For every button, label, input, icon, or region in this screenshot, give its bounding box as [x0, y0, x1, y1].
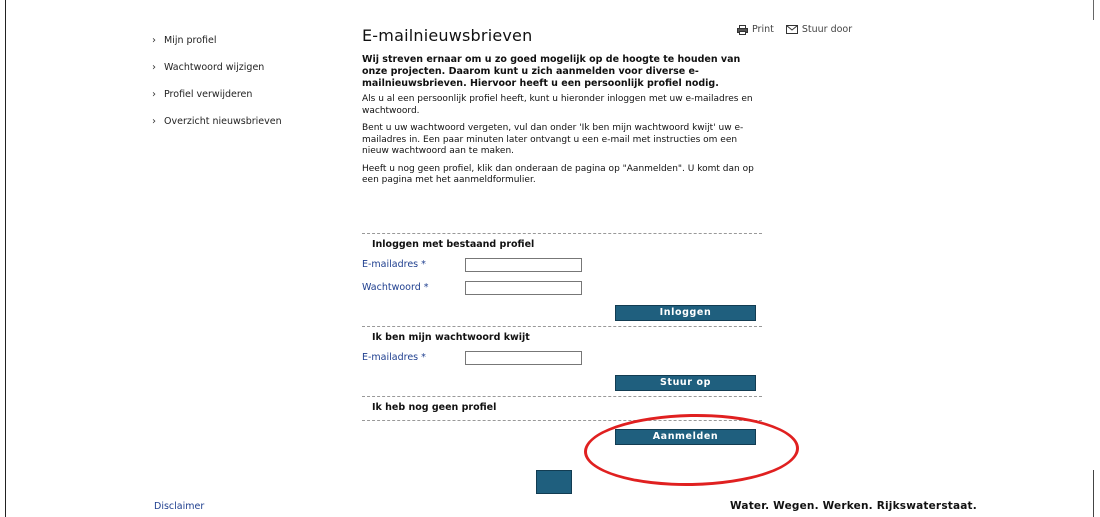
login-email-field[interactable] — [465, 257, 582, 272]
login-button[interactable]: Inloggen — [615, 305, 756, 321]
intro-paragraph: Heeft u nog geen profiel, klik dan onder… — [362, 163, 754, 186]
nav-item-overzicht-nieuwsbrieven[interactable]: › Overzicht nieuwsbrieven — [152, 114, 342, 128]
side-navigation: › Mijn profiel › Wachtwoord wijzigen › P… — [152, 33, 342, 141]
chevron-right-icon: › — [152, 61, 156, 73]
nav-item-label: Mijn profiel — [164, 34, 217, 46]
page-edge-right-bottom — [1093, 470, 1094, 517]
nav-item-mijn-profiel[interactable]: › Mijn profiel — [152, 33, 342, 47]
disclaimer-link[interactable]: Disclaimer — [154, 501, 204, 512]
nav-item-wachtwoord-wijzigen[interactable]: › Wachtwoord wijzigen — [152, 60, 342, 74]
print-link[interactable]: Print — [737, 24, 774, 35]
send-button-row: Stuur op — [362, 375, 756, 391]
intro-paragraph: Als u al een persoonlijk profiel heeft, … — [362, 94, 753, 116]
login-password-row: Wachtwoord * — [362, 276, 762, 299]
print-label: Print — [752, 24, 774, 35]
login-button-row: Inloggen — [362, 305, 756, 321]
footer-slogan: Water. Wegen. Werken. Rijkswaterstaat. — [730, 500, 977, 512]
forgot-section-title: Ik ben mijn wachtwoord kwijt — [372, 332, 530, 343]
chevron-right-icon: › — [152, 34, 156, 46]
intro-lead: Wij streven ernaar om u zo goed mogelijk… — [362, 54, 741, 89]
page-edge-left — [5, 0, 6, 517]
nav-item-label: Profiel verwijderen — [164, 88, 253, 100]
nav-item-label: Wachtwoord wijzigen — [164, 61, 265, 73]
envelope-icon — [785, 25, 798, 34]
chevron-right-icon: › — [152, 88, 156, 100]
submit-button[interactable] — [536, 470, 572, 494]
send-button[interactable]: Stuur op — [615, 375, 756, 391]
email-label: E-mailadres * — [362, 259, 426, 270]
nav-item-label: Overzicht nieuwsbrieven — [164, 115, 282, 127]
login-section-title: Inloggen met bestaand profiel — [372, 239, 535, 250]
forgot-email-field[interactable] — [465, 350, 582, 365]
printer-icon — [737, 24, 748, 35]
forward-link[interactable]: Stuur door — [785, 24, 853, 35]
page-title: E-mailnieuwsbrieven — [362, 26, 533, 45]
intro-text: Wij streven ernaar om u zo goed mogelijk… — [362, 54, 762, 193]
chevron-right-icon: › — [152, 115, 156, 127]
intro-paragraph: Bent u uw wachtwoord vergeten, vul dan o… — [362, 123, 744, 156]
forward-label: Stuur door — [801, 24, 853, 35]
page-edge-right-top — [1093, 0, 1094, 20]
forgot-email-row: E-mailadres * — [362, 346, 762, 369]
email-label: E-mailadres * — [362, 352, 426, 363]
login-password-field[interactable] — [465, 280, 582, 295]
nav-item-profiel-verwijderen[interactable]: › Profiel verwijderen — [152, 87, 342, 101]
page-tools: Print Stuur door — [737, 24, 852, 35]
password-label: Wachtwoord * — [362, 282, 429, 293]
login-email-row: E-mailadres * — [362, 253, 762, 276]
